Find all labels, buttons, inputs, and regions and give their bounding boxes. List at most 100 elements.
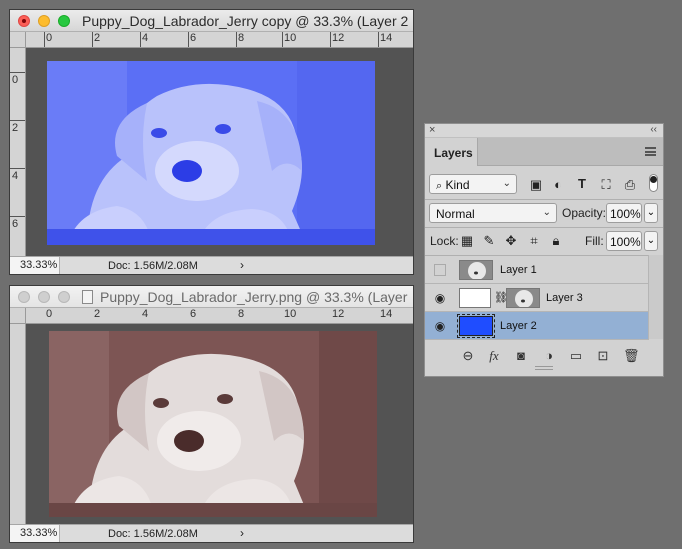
opacity-label: Opacity: [562, 206, 607, 220]
ruler-tick [282, 32, 283, 47]
ruler-label: 4 [142, 32, 149, 44]
lock-image-pixels-brush-icon[interactable]: ✎ [481, 233, 497, 249]
puppy-thumbnail-gray [460, 261, 492, 279]
minimize-button[interactable] [38, 15, 50, 27]
window-titlebar[interactable]: Puppy_Dog_Labrador_Jerry copy @ 33.3% (L… [10, 10, 413, 32]
zoom-button[interactable] [58, 15, 70, 27]
new-layer-icon[interactable]: ⊡ [596, 349, 610, 363]
opacity-dropdown-chevron-icon[interactable]: ⌄ [644, 203, 658, 223]
ruler-label: 10 [284, 32, 297, 44]
opacity-input[interactable]: 100% [606, 203, 642, 223]
close-button[interactable] [18, 15, 30, 27]
smart-object-filter-icon[interactable]: ⎙ [622, 177, 638, 193]
solid-blue-thumbnail [460, 317, 492, 335]
ruler-tick [188, 32, 189, 47]
ruler-tick [10, 72, 25, 73]
layer-row-layer-1[interactable]: Layer 1 [425, 256, 649, 284]
ruler-tick [10, 216, 25, 217]
puppy-photo-blue-tint [47, 61, 375, 245]
fill-label: Fill: [585, 234, 604, 248]
divider [425, 199, 663, 200]
adjustment-layer-filter-icon[interactable]: ◐ [550, 177, 566, 192]
doc-size: Doc: 1.56M/2.08M [108, 528, 198, 540]
ruler-corner[interactable] [10, 308, 26, 324]
ruler-label: 14 [380, 308, 393, 320]
shape-layer-filter-icon[interactable]: ⛶ [598, 177, 614, 193]
chevron-down-icon: ⌄ [542, 207, 551, 218]
document-canvas[interactable] [26, 48, 413, 256]
document-window-original[interactable]: Puppy_Dog_Labrador_Jerry.png @ 33.3% (La… [9, 285, 414, 543]
ruler-label: 6 [190, 308, 197, 320]
ruler-tick [236, 32, 237, 47]
adjustment-layer-icon[interactable]: ◑ [542, 349, 556, 363]
panel-header[interactable]: × ‹‹ [425, 124, 663, 138]
filter-toggle[interactable] [649, 174, 658, 192]
fill-input[interactable]: 100% [606, 231, 642, 251]
tab-layers[interactable]: Layers [425, 138, 478, 166]
blend-mode-select[interactable]: Normal ⌄ [429, 203, 557, 223]
lock-all-padlock-icon[interactable]: 🔒︎ [548, 233, 564, 249]
resize-grip[interactable] [535, 366, 553, 370]
status-menu-arrow-icon[interactable]: › [240, 526, 244, 540]
fx-icon[interactable]: fx [487, 349, 501, 363]
ruler-tick [330, 32, 331, 47]
link-layers-icon[interactable]: ⊖ [461, 349, 475, 363]
eye-icon[interactable]: ◉ [433, 291, 447, 305]
zoom-level[interactable]: 33.33% [10, 525, 60, 542]
trash-icon[interactable]: 🗑︎ [623, 349, 640, 363]
status-bar: 33.33% Doc: 1.56M/2.08M › [10, 524, 413, 542]
lock-position-move-icon[interactable]: ✥ [503, 233, 519, 249]
document-proxy-icon[interactable] [82, 290, 93, 304]
ruler-tick [44, 32, 45, 47]
close-button[interactable] [18, 291, 30, 303]
layer-row-layer-2[interactable]: ◉ Layer 2 [425, 312, 649, 340]
document-canvas[interactable] [26, 324, 413, 524]
lock-label: Lock: [430, 234, 459, 248]
type-layer-filter-icon[interactable]: T [574, 176, 590, 191]
layers-scrollbar[interactable] [648, 255, 663, 339]
pixel-layer-filter-icon[interactable]: ▣ [528, 177, 544, 193]
panel-close-icon[interactable]: × [429, 124, 435, 136]
status-menu-arrow-icon[interactable]: › [240, 258, 244, 272]
ruler-corner[interactable] [10, 32, 26, 48]
status-bar: 33.33% Doc: 1.56M/2.08M › [10, 256, 413, 274]
ruler-label: 6 [190, 32, 197, 44]
divider [425, 227, 663, 228]
vertical-ruler[interactable] [10, 324, 26, 524]
vertical-ruler[interactable]: 0 2 4 6 [10, 48, 26, 256]
ruler-label: 2 [94, 308, 101, 320]
zoom-button[interactable] [58, 291, 70, 303]
doc-size: Doc: 1.56M/2.08M [108, 260, 198, 272]
window-title: Puppy_Dog_Labrador_Jerry.png @ 33.3% (La… [100, 289, 409, 305]
puppy-image-sepia[interactable] [49, 331, 377, 517]
horizontal-ruler[interactable]: 0 2 4 6 8 10 12 14 [26, 32, 413, 48]
eye-icon[interactable]: ◉ [433, 319, 447, 333]
ruler-label: 12 [332, 32, 345, 44]
window-titlebar[interactable]: Puppy_Dog_Labrador_Jerry.png @ 33.3% (La… [10, 286, 413, 308]
ruler-label: 14 [380, 32, 393, 44]
panel-menu-icon[interactable] [645, 147, 656, 156]
document-window-copy[interactable]: Puppy_Dog_Labrador_Jerry copy @ 33.3% (L… [9, 9, 414, 275]
layer-name[interactable]: Layer 3 [546, 292, 583, 304]
panel-footer: ⊖ fx ◙ ◑ ▭ ⊡ 🗑︎ [425, 341, 663, 371]
layer-name[interactable]: Layer 1 [500, 264, 537, 276]
new-group-folder-icon[interactable]: ▭ [569, 349, 583, 363]
filter-kind-select[interactable]: ⌕ Kind ⌄ [429, 174, 517, 194]
ruler-label: 4 [142, 308, 149, 320]
lock-artboard-icon[interactable]: ⌗ [526, 233, 542, 249]
puppy-photo-sepia-tint [49, 331, 377, 517]
horizontal-ruler[interactable]: 0 2 4 6 8 10 12 14 [26, 308, 413, 324]
lock-transparent-pixels-icon[interactable]: ▦ [459, 233, 475, 249]
minimize-button[interactable] [38, 291, 50, 303]
fill-dropdown-chevron-icon[interactable]: ⌄ [644, 231, 658, 251]
layers-panel[interactable]: × ‹‹ Layers ⌕ Kind ⌄ ▣ ◐ T ⛶ ⎙ Normal ⌄ … [424, 123, 664, 377]
puppy-image-blue[interactable] [47, 61, 375, 245]
zoom-level[interactable]: 33.33% [10, 257, 60, 274]
layer-mask-thumbnail [459, 288, 491, 308]
panel-collapse-icon[interactable]: ‹‹ [650, 124, 657, 135]
ruler-label: 6 [12, 218, 19, 230]
layer-name[interactable]: Layer 2 [500, 320, 537, 332]
layer-row-layer-3[interactable]: ◉ ⛓ Layer 3 [425, 284, 649, 312]
visibility-toggle-off[interactable] [434, 264, 446, 276]
add-mask-icon[interactable]: ◙ [514, 349, 528, 363]
